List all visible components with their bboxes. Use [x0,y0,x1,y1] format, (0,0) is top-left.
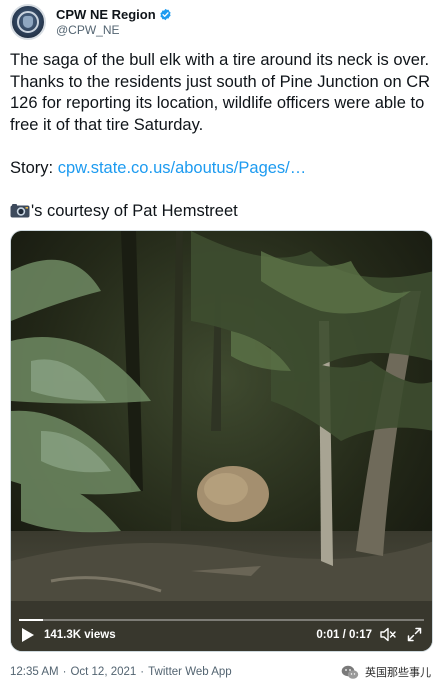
story-label: Story: [10,158,58,177]
story-link[interactable]: cpw.state.co.us/aboutus/Pages/… [58,159,307,177]
meta-separator: · [62,666,67,678]
progress-fill [19,619,44,621]
tweet-body: The saga of the bull elk with a tire aro… [10,50,431,222]
watermark-text: 英国那些事儿 [363,663,433,681]
tweet-header: CPW NE Region @CPW_NE [10,4,431,40]
wechat-icon [341,665,359,679]
handle[interactable]: @CPW_NE [56,23,120,37]
view-count: 141.3K views [44,629,116,641]
tweet-time[interactable]: 12:35 AM [10,666,59,678]
camera-icon [10,203,30,217]
watermark: 英国那些事儿 [341,663,433,681]
volume-icon[interactable] [380,627,397,642]
tweet-date[interactable]: Oct 12, 2021 [70,666,136,678]
badge-emblem [23,16,33,28]
tweet-text: The saga of the bull elk with a tire aro… [10,51,431,134]
avatar[interactable] [10,4,46,40]
progress-bar[interactable] [19,619,424,621]
video-controls: 141.3K views 0:01 / 0:17 [11,615,432,651]
story-line: Story: cpw.state.co.us/aboutus/Pages/… [10,158,431,180]
display-name[interactable]: CPW NE Region [56,7,156,22]
tweet-meta: 12:35 AM · Oct 12, 2021 · Twitter Web Ap… [10,666,232,678]
video-frame [11,231,432,651]
tweet-source[interactable]: Twitter Web App [148,666,232,678]
verified-badge-icon [160,8,171,20]
video-time: 0:01 / 0:17 [316,629,372,641]
meta-separator: · [140,666,145,678]
fullscreen-icon[interactable] [407,627,422,642]
name-row: CPW NE Region [56,6,172,22]
video-player[interactable]: 141.3K views 0:01 / 0:17 [10,230,433,652]
credit-text: 's courtesy of Pat Hemstreet [31,201,238,220]
play-icon[interactable] [21,627,35,643]
credit-line: 's courtesy of Pat Hemstreet [10,201,431,223]
